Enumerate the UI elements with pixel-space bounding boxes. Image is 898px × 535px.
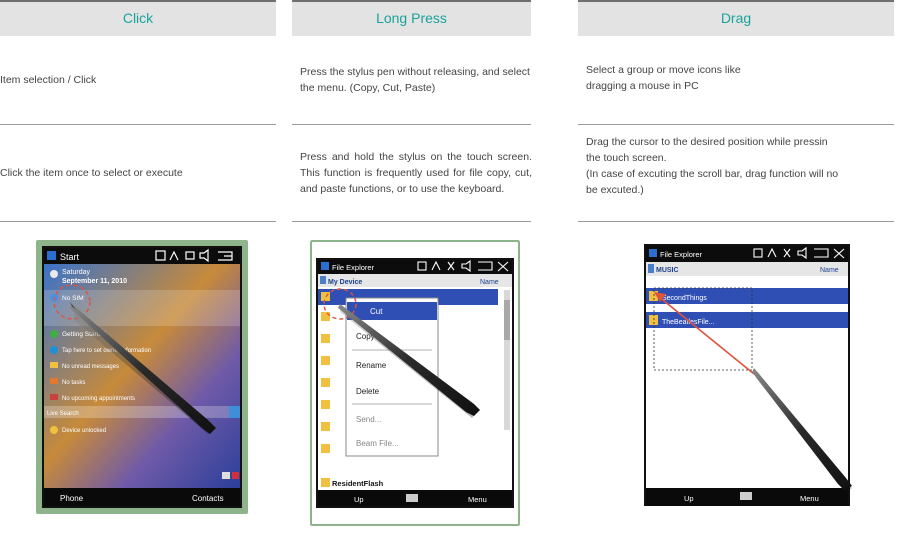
today-day: Saturday xyxy=(62,269,91,276)
drag-detail-line: the touch screen. xyxy=(586,152,667,164)
today-item[interactable]: Device unlocked xyxy=(62,428,106,434)
drag-detail-line: be excuted.) xyxy=(586,184,644,196)
current-folder-dropdown[interactable]: MUSIC xyxy=(656,267,679,274)
folder-icon xyxy=(321,334,330,343)
click-description: Item selection / Click xyxy=(0,74,97,86)
sort-dropdown[interactable]: Name xyxy=(820,267,839,274)
current-folder-dropdown[interactable]: My Device xyxy=(328,279,362,286)
drag-detail-line: Drag the cursor to the desired position … xyxy=(586,136,828,148)
title-text: File Explorer xyxy=(332,263,375,272)
folder-icon xyxy=(320,276,326,284)
long-press-detail: Press and hold the stylus on the touch s… xyxy=(300,151,532,195)
folder-icon xyxy=(649,315,658,325)
notification-icon[interactable] xyxy=(232,472,239,479)
context-menu-item[interactable]: Rename xyxy=(356,361,387,370)
messages-icon xyxy=(50,362,58,368)
appointments-icon xyxy=(50,394,58,400)
scrollbar-thumb[interactable] xyxy=(504,300,510,340)
click-detail: Click the item once to select or execute xyxy=(0,167,183,179)
soft-key-left[interactable]: Up xyxy=(684,494,694,503)
context-menu-item[interactable]: Beam File... xyxy=(356,439,399,448)
windows-logo-icon[interactable] xyxy=(649,249,657,257)
context-menu-item[interactable]: Cut xyxy=(370,307,383,316)
row-divider xyxy=(0,124,276,125)
keyboard-icon[interactable] xyxy=(740,492,752,500)
search-label: Live Search xyxy=(47,411,79,417)
folder-icon xyxy=(321,422,330,431)
search-go-icon[interactable] xyxy=(229,406,240,418)
drag-detail-line: (In case of excuting the scroll bar, dra… xyxy=(586,168,839,180)
today-item[interactable]: No SIM xyxy=(62,295,84,302)
keyboard-icon[interactable] xyxy=(222,472,230,479)
lock-icon xyxy=(50,426,58,434)
soft-key-left[interactable]: Phone xyxy=(60,494,84,503)
row-divider xyxy=(578,221,894,222)
column-header-long-press: Long Press xyxy=(292,0,531,36)
soft-key-right[interactable]: Menu xyxy=(800,494,819,503)
today-item[interactable]: No tasks xyxy=(62,380,85,386)
keyboard-icon[interactable] xyxy=(406,494,418,502)
long-press-screenshot: File Explorer My Device Name Cut Copy Re… xyxy=(310,240,520,526)
folder-icon xyxy=(648,264,654,273)
tasks-icon xyxy=(50,378,58,384)
folder-icon xyxy=(321,444,330,453)
folder-icon xyxy=(321,400,330,409)
windows-logo-icon[interactable] xyxy=(47,251,56,260)
owner-info-icon xyxy=(50,346,58,354)
getting-started-icon xyxy=(50,330,58,338)
row-divider xyxy=(292,221,531,222)
drag-description-line: Select a group or move icons like xyxy=(586,64,741,76)
row-divider xyxy=(578,124,894,125)
drag-description-line: dragging a mouse in PC xyxy=(586,80,699,92)
context-menu-item[interactable]: Delete xyxy=(356,387,380,396)
soft-key-right[interactable]: Contacts xyxy=(192,494,224,503)
sort-dropdown[interactable]: Name xyxy=(480,279,499,286)
click-screenshot: Start Saturday September 11, 2010 No SIM… xyxy=(36,240,248,514)
folder-icon xyxy=(321,292,330,301)
soft-key-right[interactable]: Menu xyxy=(468,495,487,504)
today-date: September 11, 2010 xyxy=(62,278,127,285)
menu-item-highlight[interactable] xyxy=(347,302,437,320)
file-list-item[interactable]: ResidentFlash xyxy=(332,479,384,488)
folder-icon xyxy=(321,478,330,487)
row-divider xyxy=(0,221,276,222)
title-text: Start xyxy=(60,252,80,262)
folder-icon xyxy=(321,378,330,387)
windows-logo-icon[interactable] xyxy=(321,262,329,270)
folder-icon xyxy=(321,312,330,321)
title-text: File Explorer xyxy=(660,250,703,259)
drag-detail: Drag the cursor to the desired position … xyxy=(586,134,838,198)
column-drag: Drag Select a group or move icons like d… xyxy=(578,0,898,230)
drag-screenshot: File Explorer MUSIC Name SecondThings Th… xyxy=(644,244,852,506)
soft-key-left[interactable]: Up xyxy=(354,495,364,504)
drag-description: Select a group or move icons like draggi… xyxy=(586,62,741,94)
row-divider xyxy=(292,124,531,125)
column-header-click: Click xyxy=(0,0,276,36)
file-list-item[interactable]: SecondThings xyxy=(662,295,707,302)
calendar-icon xyxy=(50,270,58,278)
today-item[interactable]: No upcoming appointments xyxy=(62,396,135,402)
today-item[interactable]: No unread messages xyxy=(62,364,119,370)
column-header-drag: Drag xyxy=(578,0,894,36)
today-item[interactable]: Tap here to set owner information xyxy=(62,348,151,354)
long-press-description: Press the stylus pen without releasing, … xyxy=(300,66,530,94)
folder-icon xyxy=(321,356,330,365)
context-menu-item[interactable]: Send... xyxy=(356,415,381,424)
